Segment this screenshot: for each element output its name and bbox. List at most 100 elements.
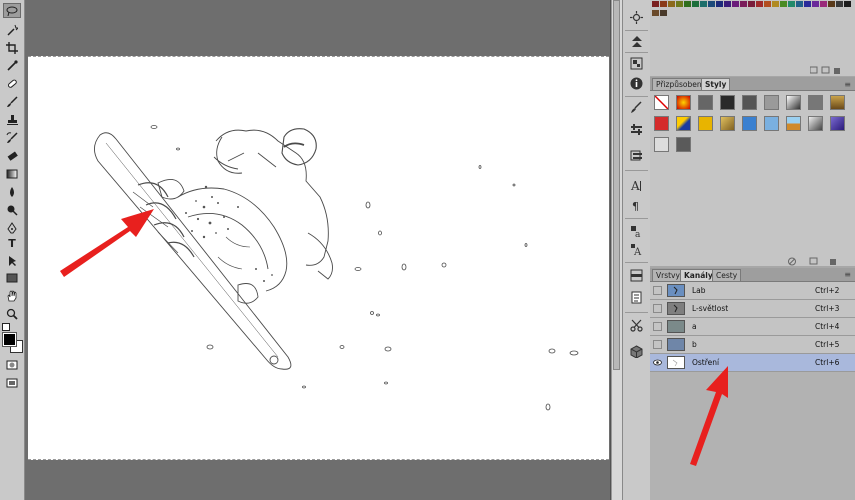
screen-mode-icon[interactable] bbox=[3, 375, 21, 390]
channel-name: L-světlost bbox=[692, 304, 729, 313]
style-swatch[interactable] bbox=[764, 95, 779, 110]
svg-text:A: A bbox=[633, 247, 642, 256]
healing-brush-icon[interactable] bbox=[3, 76, 21, 91]
pen-icon[interactable] bbox=[3, 220, 21, 235]
foreground-color-swatch[interactable] bbox=[2, 332, 17, 347]
svg-text:a: a bbox=[635, 230, 641, 238]
style-swatch[interactable] bbox=[830, 95, 845, 110]
type-icon[interactable]: T bbox=[3, 236, 21, 251]
actions-panel-icon[interactable] bbox=[628, 34, 645, 49]
style-swatch[interactable] bbox=[720, 116, 735, 131]
channel-thumbnail bbox=[667, 284, 685, 297]
path-selection-icon[interactable] bbox=[3, 253, 21, 268]
eye-icon[interactable] bbox=[653, 358, 662, 367]
style-swatch[interactable] bbox=[654, 137, 669, 152]
style-swatch[interactable] bbox=[808, 116, 823, 131]
styles-panel-tabbar: Přizpůsobení Styly ≡ bbox=[650, 77, 855, 91]
clone-stamp-icon[interactable] bbox=[3, 112, 21, 127]
channels-panel-tabbar: Vrstvy Kanály Cesty ≡ bbox=[650, 268, 855, 282]
paragraph-panel-icon[interactable]: ¶ bbox=[628, 198, 645, 213]
tools-scissors-icon[interactable] bbox=[628, 318, 645, 333]
layer-comps-icon[interactable] bbox=[628, 268, 645, 283]
style-swatch[interactable] bbox=[786, 95, 801, 110]
styles-panel bbox=[650, 91, 855, 266]
character-panel-icon[interactable]: A bbox=[628, 178, 645, 193]
style-swatch[interactable] bbox=[676, 116, 691, 131]
channel-name: b bbox=[692, 340, 697, 349]
annotation-arrow-canvas bbox=[60, 209, 154, 277]
visibility-toggle[interactable] bbox=[653, 322, 662, 331]
quick-mask-icon[interactable] bbox=[3, 357, 21, 372]
shape-icon[interactable] bbox=[3, 270, 21, 285]
paragraph-styles-icon[interactable]: A bbox=[628, 242, 645, 257]
panel-menu-icon[interactable]: ≡ bbox=[844, 80, 851, 89]
style-swatch[interactable] bbox=[654, 116, 669, 131]
swatches-footer-icons bbox=[809, 66, 850, 77]
tool-presets-icon[interactable] bbox=[628, 122, 645, 137]
style-none-swatch[interactable] bbox=[654, 95, 669, 110]
magic-wand-icon[interactable] bbox=[3, 22, 21, 37]
crop-icon[interactable] bbox=[3, 40, 21, 55]
default-colors-icon[interactable] bbox=[2, 323, 10, 331]
style-swatch[interactable] bbox=[742, 95, 757, 110]
channel-shortcut: Ctrl+5 bbox=[815, 340, 840, 349]
notes-panel-icon[interactable] bbox=[628, 290, 645, 305]
style-swatch[interactable] bbox=[698, 95, 713, 110]
style-swatch[interactable] bbox=[808, 95, 823, 110]
annotation-arrow-panel bbox=[690, 366, 728, 466]
gradient-icon[interactable] bbox=[3, 166, 21, 181]
info-panel-icon[interactable] bbox=[628, 76, 645, 91]
hand-icon[interactable] bbox=[3, 288, 21, 303]
styles-footer-icons bbox=[788, 257, 852, 268]
visibility-toggle[interactable] bbox=[653, 286, 662, 295]
style-swatch[interactable] bbox=[698, 116, 713, 131]
brush-presets-icon[interactable] bbox=[628, 100, 645, 115]
style-swatch[interactable] bbox=[676, 95, 691, 110]
channel-shortcut: Ctrl+2 bbox=[815, 286, 840, 295]
scrollbar-thumb[interactable] bbox=[613, 0, 620, 370]
channel-row-b[interactable]: b Ctrl+5 bbox=[650, 336, 855, 354]
tools-panel: T bbox=[0, 0, 25, 500]
eyedropper-icon[interactable] bbox=[3, 58, 21, 73]
channel-name: a bbox=[692, 322, 697, 331]
tab-paths[interactable]: Cesty bbox=[712, 269, 742, 281]
svg-text:A: A bbox=[630, 179, 640, 192]
pasteboard-top bbox=[28, 0, 609, 56]
panel-menu-icon[interactable]: ≡ bbox=[844, 270, 851, 279]
style-swatch[interactable] bbox=[764, 116, 779, 131]
blur-icon[interactable] bbox=[3, 184, 21, 199]
channel-name: Lab bbox=[692, 286, 706, 295]
style-swatch[interactable] bbox=[720, 95, 735, 110]
style-swatch[interactable] bbox=[676, 137, 691, 152]
dodge-icon[interactable] bbox=[3, 202, 21, 217]
history-brush-icon[interactable] bbox=[3, 130, 21, 145]
visibility-toggle[interactable] bbox=[653, 340, 662, 349]
pasteboard-bottom bbox=[28, 460, 609, 500]
history-panel-icon[interactable] bbox=[628, 10, 645, 25]
clone-source-icon[interactable] bbox=[628, 148, 645, 163]
lasso-icon[interactable] bbox=[3, 3, 21, 18]
3d-panel-icon[interactable] bbox=[628, 344, 645, 359]
channel-row-lightness[interactable]: L-světlost Ctrl+3 bbox=[650, 300, 855, 318]
swatches-panel bbox=[650, 0, 855, 76]
channel-shortcut: Ctrl+4 bbox=[815, 322, 840, 331]
character-styles-icon[interactable]: a bbox=[628, 224, 645, 239]
channel-shortcut: Ctrl+3 bbox=[815, 304, 840, 313]
canvas-scrollbar[interactable] bbox=[611, 0, 622, 500]
visibility-toggle[interactable] bbox=[653, 304, 662, 313]
channel-row-lab[interactable]: Lab Ctrl+2 bbox=[650, 282, 855, 300]
zoom-icon[interactable] bbox=[3, 306, 21, 321]
eraser-icon[interactable] bbox=[3, 148, 21, 163]
navigator-panel-icon[interactable] bbox=[628, 56, 645, 71]
document-canvas[interactable] bbox=[28, 56, 609, 460]
brush-icon[interactable] bbox=[3, 94, 21, 109]
style-swatch[interactable] bbox=[786, 116, 801, 131]
tab-adjustments[interactable]: Přizpůsobení bbox=[652, 78, 708, 90]
tab-styles[interactable]: Styly bbox=[701, 78, 731, 90]
style-swatch[interactable] bbox=[742, 116, 757, 131]
channel-thumbnail bbox=[667, 320, 685, 333]
swatch-grid[interactable] bbox=[650, 0, 855, 20]
style-swatch[interactable] bbox=[830, 116, 845, 131]
channel-row-a[interactable]: a Ctrl+4 bbox=[650, 318, 855, 336]
channel-shortcut: Ctrl+6 bbox=[815, 358, 840, 367]
